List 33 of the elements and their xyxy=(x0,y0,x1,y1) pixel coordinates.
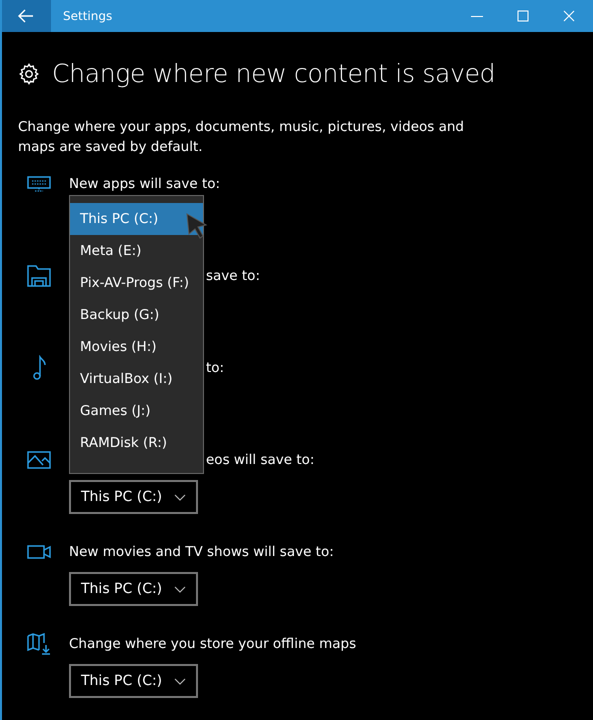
back-arrow-icon xyxy=(18,9,34,23)
menu-item[interactable]: Backup (G:) xyxy=(70,299,203,331)
page-heading: Change where new content is saved xyxy=(52,59,496,88)
back-button[interactable] xyxy=(2,0,51,32)
settings-icon xyxy=(18,62,40,84)
maximize-icon[interactable] xyxy=(517,10,529,22)
chevron-down-icon xyxy=(174,586,186,592)
menu-item[interactable]: Meta (E:) xyxy=(70,235,203,267)
monitor-icon xyxy=(26,176,52,192)
setting-label: New movies and TV shows will save to: xyxy=(69,544,334,560)
menu-item[interactable]: RAMDisk (R:) xyxy=(70,427,203,459)
map-download-icon xyxy=(26,633,52,655)
drive-dropdown[interactable]: This PC (C:) xyxy=(69,664,198,698)
menu-item[interactable]: VirtualBox (I:) xyxy=(70,363,203,395)
setting-label: to: xyxy=(206,360,224,376)
setting-label: save to: xyxy=(206,268,260,284)
image-icon xyxy=(26,451,52,469)
menu-item[interactable]: Games (J:) xyxy=(70,395,203,427)
setting-label: Change where you store your offline maps xyxy=(69,636,356,652)
menu-item[interactable]: Movies (H:) xyxy=(70,331,203,363)
chevron-down-icon xyxy=(174,678,186,684)
chevron-down-icon xyxy=(174,494,186,500)
setting-label: eos will save to: xyxy=(206,452,314,468)
window-title: Settings xyxy=(63,9,114,23)
close-icon[interactable] xyxy=(563,10,575,22)
menu-item[interactable]: This PC (C:) xyxy=(70,203,203,235)
setting-label: New apps will save to: xyxy=(69,176,220,192)
menu-item[interactable]: Pix-AV-Progs (F:) xyxy=(70,267,203,299)
drive-dropdown[interactable]: This PC (C:) xyxy=(69,480,198,514)
description-text: Change where your apps, documents, music, pictures, videos and maps are saved by default. xyxy=(18,118,465,157)
drive-dropdown[interactable]: This PC (C:) xyxy=(69,572,198,606)
folder-icon xyxy=(26,265,52,287)
video-camera-icon xyxy=(26,545,52,559)
